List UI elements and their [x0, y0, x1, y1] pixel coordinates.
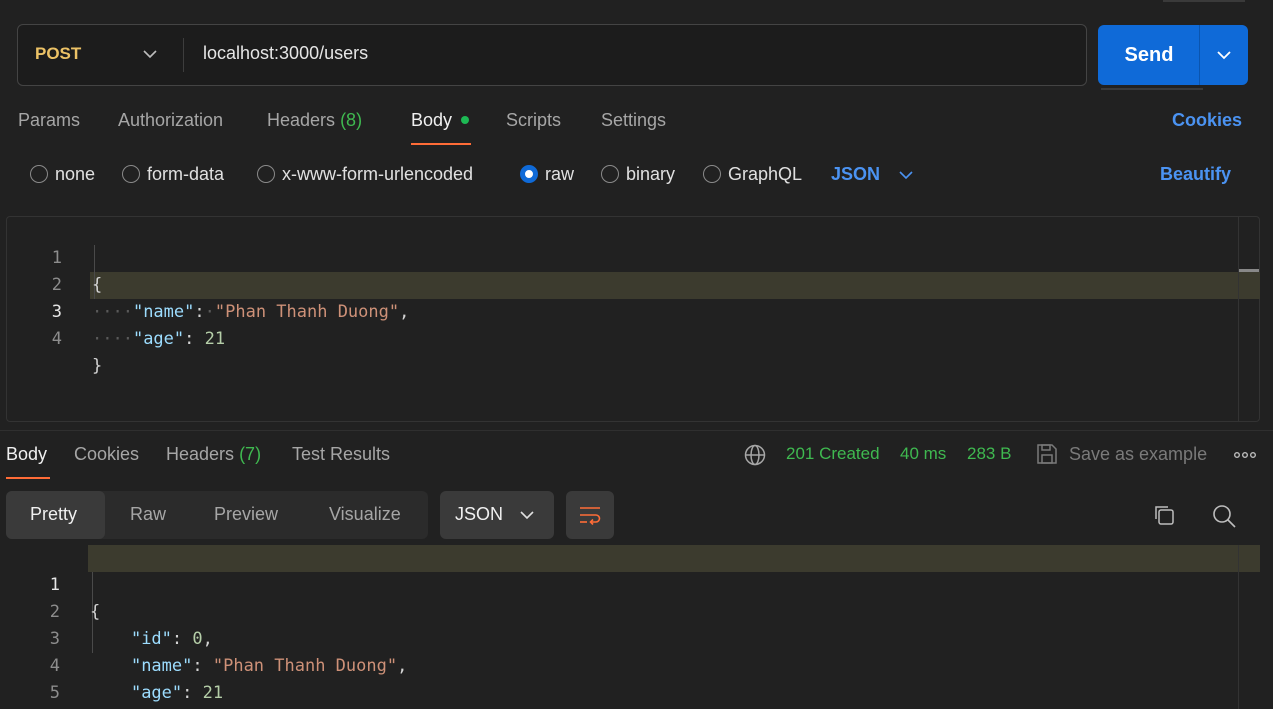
- radio-raw-label[interactable]: raw: [545, 164, 574, 185]
- response-tab-indicator: [6, 477, 50, 479]
- response-tab-headers[interactable]: Headers (7): [166, 444, 261, 465]
- tab-body-indicator: [411, 143, 471, 145]
- response-code-line: 1 {: [0, 545, 1230, 622]
- response-tab-test-results[interactable]: Test Results: [292, 444, 390, 465]
- response-code-line: 3 "name": "Phan Thanh Duong",: [0, 599, 1230, 676]
- more-horizontal-icon[interactable]: [1234, 450, 1256, 460]
- tab-settings[interactable]: Settings: [601, 110, 666, 131]
- send-button[interactable]: Send: [1098, 25, 1200, 85]
- code-line: 3 ····"age": 21: [0, 272, 1230, 349]
- radio-form-data-label[interactable]: form-data: [147, 164, 224, 185]
- tab-headers[interactable]: Headers (8): [267, 110, 362, 131]
- view-raw[interactable]: Raw: [130, 504, 166, 525]
- tab-scripts[interactable]: Scripts: [506, 110, 561, 131]
- response-time[interactable]: 40 ms: [900, 444, 946, 464]
- radio-raw[interactable]: [520, 165, 538, 183]
- radio-urlencoded-label[interactable]: x-www-form-urlencoded: [282, 164, 473, 185]
- code-line: 1 {: [0, 218, 1230, 295]
- radio-graphql[interactable]: [703, 165, 721, 183]
- editor-scroll-thumb[interactable]: [1239, 269, 1259, 272]
- json-number: 21: [204, 329, 226, 349]
- view-preview[interactable]: Preview: [214, 504, 278, 525]
- url-input[interactable]: localhost:3000/users: [203, 43, 368, 64]
- top-divider: [1163, 0, 1245, 2]
- body-modified-dot: [461, 116, 469, 124]
- json-key: "age": [130, 683, 183, 703]
- editor-scrollbar[interactable]: [1238, 217, 1239, 421]
- save-icon[interactable]: [1036, 443, 1058, 465]
- response-code-line: 2 "id": 0,: [0, 572, 1230, 649]
- tab-body[interactable]: Body: [411, 110, 452, 131]
- response-tab-body[interactable]: Body: [6, 444, 47, 465]
- send-options-button[interactable]: [1199, 25, 1248, 85]
- code-text: }: [92, 356, 103, 376]
- radio-binary[interactable]: [601, 165, 619, 183]
- beautify-button[interactable]: Beautify: [1160, 164, 1231, 185]
- view-pretty[interactable]: Pretty: [30, 504, 77, 525]
- save-as-example-button[interactable]: Save as example: [1069, 444, 1207, 465]
- response-headers-count: (7): [239, 444, 262, 464]
- response-scrollbar[interactable]: [1238, 545, 1239, 709]
- chevron-down-icon[interactable]: [897, 166, 915, 184]
- tab-headers-label: Headers: [267, 110, 336, 130]
- radio-none[interactable]: [30, 165, 48, 183]
- chevron-down-icon: [1217, 51, 1231, 60]
- radio-form-data[interactable]: [122, 165, 140, 183]
- json-key: "age": [132, 329, 185, 349]
- url-divider: [183, 38, 184, 72]
- request-url-bar: [17, 24, 1087, 86]
- search-icon[interactable]: [1211, 503, 1237, 529]
- response-language-label[interactable]: JSON: [455, 504, 503, 525]
- send-underline: [1101, 88, 1203, 90]
- status-code[interactable]: 201 Created: [786, 444, 880, 464]
- response-tab-cookies[interactable]: Cookies: [74, 444, 139, 465]
- method-select[interactable]: POST: [35, 44, 81, 64]
- json-number: 21: [202, 683, 224, 703]
- view-visualize[interactable]: Visualize: [329, 504, 401, 525]
- code-line: 2 ····"name":·"Phan Thanh Duong",: [0, 245, 1230, 322]
- cookies-link[interactable]: Cookies: [1172, 110, 1242, 131]
- response-divider[interactable]: [0, 430, 1273, 431]
- response-code-line: 4 "age": 21: [0, 626, 1230, 703]
- chevron-down-icon[interactable]: [518, 506, 536, 524]
- globe-icon[interactable]: [744, 444, 766, 466]
- radio-graphql-label[interactable]: GraphQL: [728, 164, 802, 185]
- line-number: 5: [49, 683, 60, 703]
- wrap-lines-icon: [580, 507, 601, 525]
- radio-binary-label[interactable]: binary: [626, 164, 675, 185]
- body-language-select[interactable]: JSON: [831, 164, 880, 185]
- response-size[interactable]: 283 B: [967, 444, 1011, 464]
- line-number: 4: [51, 329, 62, 349]
- radio-none-label[interactable]: none: [55, 164, 95, 185]
- headers-count: (8): [340, 110, 363, 130]
- tab-params[interactable]: Params: [18, 110, 80, 131]
- copy-icon[interactable]: [1152, 503, 1176, 527]
- response-tab-headers-label: Headers: [166, 444, 235, 464]
- wrap-lines-button[interactable]: [566, 491, 614, 539]
- response-code-line: 5 }: [0, 653, 1230, 703]
- tab-authorization[interactable]: Authorization: [118, 110, 223, 131]
- chevron-down-icon[interactable]: [141, 44, 159, 64]
- radio-urlencoded[interactable]: [257, 165, 275, 183]
- code-line: 4 }: [0, 299, 1230, 376]
